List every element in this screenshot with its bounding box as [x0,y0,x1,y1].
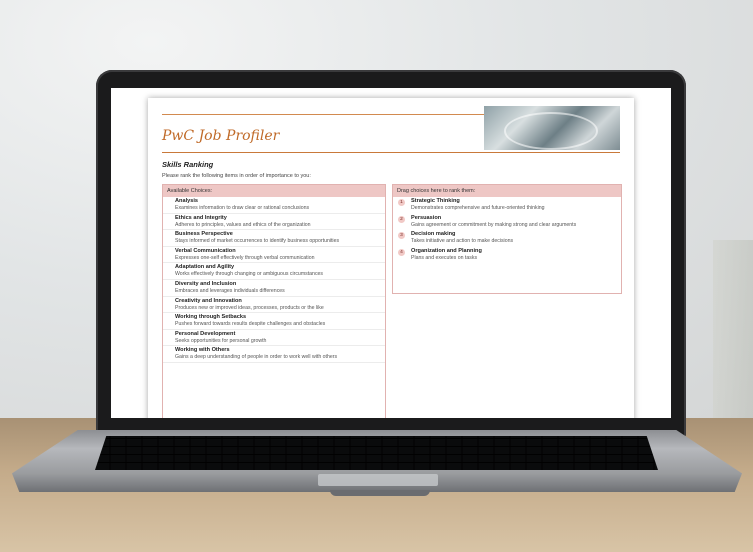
ranked-choices-list: 1 Strategic Thinking Demonstrates comprehe… [393,197,621,263]
choice-description: Produces new or improved ideas, processe… [175,304,324,311]
header-hero-image [484,106,620,150]
ranked-item-description: Gains agreement or commitment by making … [411,221,577,228]
available-choices-panel: Available Choices: Analysis Examines info… [162,184,386,418]
choice-item[interactable]: Business Perspective Stays informed of ma… [163,230,385,247]
ranked-item-name: Persuasion [411,214,442,221]
choice-item[interactable]: Verbal Communication Expresses one-self e… [163,247,385,264]
ranked-item-description: Demonstrates comprehensive and future-or… [411,205,545,211]
choice-description: Pushes forward towards results despite c… [175,321,326,328]
choice-item[interactable]: Ethics and Integrity Adheres to principle… [163,214,385,231]
choice-description: Expresses one-self effectively through v… [175,254,315,261]
ranked-choices-panel[interactable]: Drag choices here to rank them: 1 Strateg… [392,184,622,294]
choice-name: Business Perspective [175,231,233,238]
choice-item[interactable]: Adaptation and Agility Works effectively … [163,263,385,280]
header-rule [162,114,492,115]
rank-number-badge: 2 [398,215,405,223]
choice-description: Seeks opportunities for personal growth [175,337,267,344]
app-logo: PwC Job Profiler [162,128,280,144]
choice-name: Ethics and Integrity [175,214,227,221]
choice-name: Working with Others [175,347,230,354]
ranked-item-name: Decision making [411,231,456,238]
page-header: PwC Job Profiler [162,104,620,153]
available-choices-list: Analysis Examines information to draw cle… [163,197,385,363]
choice-description: Gains a deep understanding of people in … [175,354,338,361]
laptop-keyboard [95,436,658,470]
choice-name: Personal Development [175,330,236,337]
choice-name: Analysis [175,198,199,204]
choice-description: Stays informed of market occurrences to … [175,238,340,245]
choice-description: Adheres to principles, values and ethics… [175,221,311,228]
choice-item[interactable]: Personal Development Seeks opportunities … [163,330,385,347]
choice-description: Embraces and leverages individuals diffe… [175,287,285,294]
background-plant [713,240,753,420]
choice-item[interactable]: Diversity and Inclusion Embraces and leve… [163,280,385,297]
choice-name: Diversity and Inclusion [175,280,237,287]
ranked-item-name: Organization and Planning [411,247,482,254]
rank-number-badge: 3 [398,232,405,240]
section-title: Skills Ranking [162,160,214,169]
instructions-text: Please rank the following items in order… [162,173,311,179]
profiler-page: PwC Job Profiler Skills Ranking Please r… [148,98,634,418]
ranked-item[interactable]: 2 Persuasion Gains agreement or commitment… [393,214,621,231]
ranked-item-description: Takes initiative and action to make deci… [411,238,514,245]
laptop-hinge-notch [330,490,430,496]
rank-number-badge: 4 [398,248,405,256]
choice-description: Works effectively through changing or am… [175,271,324,278]
ranked-item-name: Strategic Thinking [411,198,460,204]
rank-number-badge: 1 [398,199,405,206]
ranked-choices-header: Drag choices here to rank them: [393,185,621,197]
ranked-item[interactable]: 1 Strategic Thinking Demonstrates comprehe… [393,197,621,214]
choice-item[interactable]: Working with Others Gains a deep understa… [163,346,385,363]
ranked-item[interactable]: 4 Organization and Planning Plans and exec… [393,247,621,264]
choice-name: Creativity and Innovation [175,297,242,304]
laptop-trackpad [318,474,438,486]
choice-name: Working through Setbacks [175,314,247,321]
choice-item[interactable]: Analysis Examines information to draw cle… [163,197,385,214]
ranked-item[interactable]: 3 Decision making Takes initiative and act… [393,230,621,247]
laptop-screen: PwC Job Profiler Skills Ranking Please r… [111,88,671,418]
choice-name: Adaptation and Agility [175,264,235,271]
choice-item[interactable]: Creativity and Innovation Produces new or… [163,297,385,314]
available-choices-header: Available Choices: [163,185,385,197]
ranked-item-description: Plans and executes on tasks [411,254,478,261]
choice-item[interactable]: Working through Setbacks Pushes forward t… [163,313,385,330]
choice-description: Examines information to draw clear or ra… [175,205,310,211]
choice-name: Verbal Communication [175,247,236,254]
